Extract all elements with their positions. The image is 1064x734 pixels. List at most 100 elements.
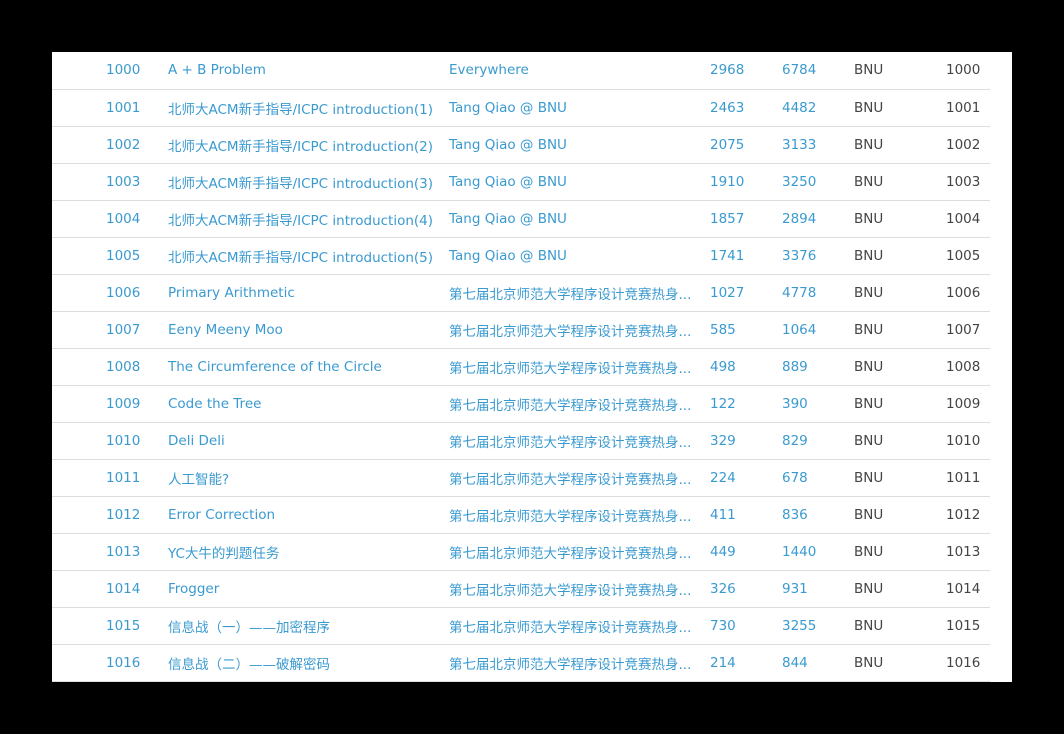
accepted-count-link[interactable]: 1741: [710, 237, 782, 274]
problem-source-link[interactable]: 第七届北京师范大学程序设计竞赛热身...: [449, 570, 710, 607]
problem-id-link[interactable]: 1009: [52, 385, 168, 422]
problem-id-link[interactable]: 1014: [52, 570, 168, 607]
problem-id-link[interactable]: 1007: [52, 311, 168, 348]
original-problem-id: 1000: [946, 62, 981, 79]
submit-count-link[interactable]: 1064: [782, 311, 854, 348]
problem-source-link[interactable]: Tang Qiao @ BNU: [449, 237, 710, 274]
accepted-count-link[interactable]: 449: [710, 533, 782, 570]
problem-id-link[interactable]: 1011: [52, 459, 168, 496]
submit-count-link[interactable]: 836: [782, 496, 854, 533]
problem-title-link[interactable]: 北师大ACM新手指导/ICPC introduction(1): [168, 89, 449, 126]
accepted-count-link[interactable]: 2968: [710, 52, 782, 89]
problem-title-link[interactable]: Eeny Meeny Moo: [168, 311, 449, 348]
problem-table-body: 1000 A + B Problem Everywhere 2968 6784 BNU 10…: [52, 52, 990, 681]
accepted-count-link[interactable]: 1910: [710, 163, 782, 200]
table-row: 1001 北师大ACM新手指导/ICPC introduction(1) Tang …: [52, 89, 990, 126]
submit-count-link[interactable]: 3376: [782, 237, 854, 274]
original-oj: BNU: [854, 136, 884, 153]
accepted-count-link[interactable]: 1027: [710, 274, 782, 311]
original-oj: BNU: [854, 654, 884, 671]
problem-source-link[interactable]: Tang Qiao @ BNU: [449, 163, 710, 200]
problem-title-link[interactable]: The Circumference of the Circle: [168, 348, 449, 385]
submit-count-link[interactable]: 931: [782, 570, 854, 607]
problem-source-link[interactable]: 第七届北京师范大学程序设计竞赛热身...: [449, 607, 710, 644]
submit-count-link[interactable]: 4482: [782, 89, 854, 126]
submit-count-link[interactable]: 390: [782, 385, 854, 422]
submit-count-link[interactable]: 2894: [782, 200, 854, 237]
accepted-count-link[interactable]: 1857: [710, 200, 782, 237]
problem-id-link[interactable]: 1012: [52, 496, 168, 533]
submit-count-link[interactable]: 3133: [782, 126, 854, 163]
problem-id-link[interactable]: 1013: [52, 533, 168, 570]
problem-title-link[interactable]: Error Correction: [168, 496, 449, 533]
accepted-count-link[interactable]: 2463: [710, 89, 782, 126]
table-row: 1006 Primary Arithmetic 第七届北京师范大学程序设计竞赛热身.…: [52, 274, 990, 311]
original-oj: BNU: [854, 432, 884, 449]
problem-source-link[interactable]: 第七届北京师范大学程序设计竞赛热身...: [449, 311, 710, 348]
problem-title-link[interactable]: 信息战（二）——破解密码: [168, 644, 449, 681]
original-problem-id: 1005: [946, 247, 981, 264]
problem-title-link[interactable]: 北师大ACM新手指导/ICPC introduction(3): [168, 163, 449, 200]
problem-id-link[interactable]: 1003: [52, 163, 168, 200]
submit-count-link[interactable]: 3250: [782, 163, 854, 200]
problem-id-link[interactable]: 1008: [52, 348, 168, 385]
submit-count-link[interactable]: 1440: [782, 533, 854, 570]
submit-count-link[interactable]: 6784: [782, 52, 854, 89]
table-row: 1011 人工智能? 第七届北京师范大学程序设计竞赛热身... 224 678 BNU 10…: [52, 459, 990, 496]
accepted-count-link[interactable]: 411: [710, 496, 782, 533]
accepted-count-link[interactable]: 2075: [710, 126, 782, 163]
problem-id-link[interactable]: 1000: [52, 52, 168, 89]
submit-count-link[interactable]: 829: [782, 422, 854, 459]
problem-id-link[interactable]: 1005: [52, 237, 168, 274]
problem-title-link[interactable]: Code the Tree: [168, 385, 449, 422]
accepted-count-link[interactable]: 329: [710, 422, 782, 459]
problem-id-link[interactable]: 1006: [52, 274, 168, 311]
problem-source-link[interactable]: 第七届北京师范大学程序设计竞赛热身...: [449, 644, 710, 681]
problem-title-link[interactable]: Primary Arithmetic: [168, 274, 449, 311]
submit-count-link[interactable]: 4778: [782, 274, 854, 311]
table-row: 1002 北师大ACM新手指导/ICPC introduction(2) Tang …: [52, 126, 990, 163]
problem-source-link[interactable]: 第七届北京师范大学程序设计竞赛热身...: [449, 274, 710, 311]
problem-title-link[interactable]: YC大牛的判题任务: [168, 533, 449, 570]
table-row: 1015 信息战（一）——加密程序 第七届北京师范大学程序设计竞赛热身... 730 3…: [52, 607, 990, 644]
problem-title-link[interactable]: 人工智能?: [168, 459, 449, 496]
problem-source-link[interactable]: Tang Qiao @ BNU: [449, 200, 710, 237]
accepted-count-link[interactable]: 122: [710, 385, 782, 422]
accepted-count-link[interactable]: 214: [710, 644, 782, 681]
problem-title-link[interactable]: 北师大ACM新手指导/ICPC introduction(2): [168, 126, 449, 163]
original-problem-id: 1013: [946, 543, 981, 560]
problem-title-link[interactable]: 信息战（一）——加密程序: [168, 607, 449, 644]
problem-title-link[interactable]: A + B Problem: [168, 52, 449, 89]
problem-source-link[interactable]: 第七届北京师范大学程序设计竞赛热身...: [449, 459, 710, 496]
problem-source-link[interactable]: Tang Qiao @ BNU: [449, 89, 710, 126]
accepted-count-link[interactable]: 498: [710, 348, 782, 385]
problem-id-link[interactable]: 1015: [52, 607, 168, 644]
table-row: 1000 A + B Problem Everywhere 2968 6784 BNU 10…: [52, 52, 990, 89]
problem-title-link[interactable]: Frogger: [168, 570, 449, 607]
problem-source-link[interactable]: 第七届北京师范大学程序设计竞赛热身...: [449, 385, 710, 422]
submit-count-link[interactable]: 678: [782, 459, 854, 496]
problem-id-link[interactable]: 1004: [52, 200, 168, 237]
original-problem-id: 1010: [946, 432, 981, 449]
problem-source-link[interactable]: 第七届北京师范大学程序设计竞赛热身...: [449, 422, 710, 459]
accepted-count-link[interactable]: 730: [710, 607, 782, 644]
problem-source-link[interactable]: Everywhere: [449, 52, 710, 89]
problem-title-link[interactable]: 北师大ACM新手指导/ICPC introduction(4): [168, 200, 449, 237]
problem-source-link[interactable]: 第七届北京师范大学程序设计竞赛热身...: [449, 496, 710, 533]
accepted-count-link[interactable]: 326: [710, 570, 782, 607]
problem-source-link[interactable]: 第七届北京师范大学程序设计竞赛热身...: [449, 533, 710, 570]
problem-source-link[interactable]: 第七届北京师范大学程序设计竞赛热身...: [449, 348, 710, 385]
accepted-count-link[interactable]: 585: [710, 311, 782, 348]
original-problem-id: 1016: [946, 654, 981, 671]
submit-count-link[interactable]: 889: [782, 348, 854, 385]
problem-title-link[interactable]: Deli Deli: [168, 422, 449, 459]
accepted-count-link[interactable]: 224: [710, 459, 782, 496]
problem-id-link[interactable]: 1016: [52, 644, 168, 681]
submit-count-link[interactable]: 844: [782, 644, 854, 681]
submit-count-link[interactable]: 3255: [782, 607, 854, 644]
problem-id-link[interactable]: 1010: [52, 422, 168, 459]
problem-source-link[interactable]: Tang Qiao @ BNU: [449, 126, 710, 163]
problem-id-link[interactable]: 1001: [52, 89, 168, 126]
problem-title-link[interactable]: 北师大ACM新手指导/ICPC introduction(5): [168, 237, 449, 274]
problem-id-link[interactable]: 1002: [52, 126, 168, 163]
